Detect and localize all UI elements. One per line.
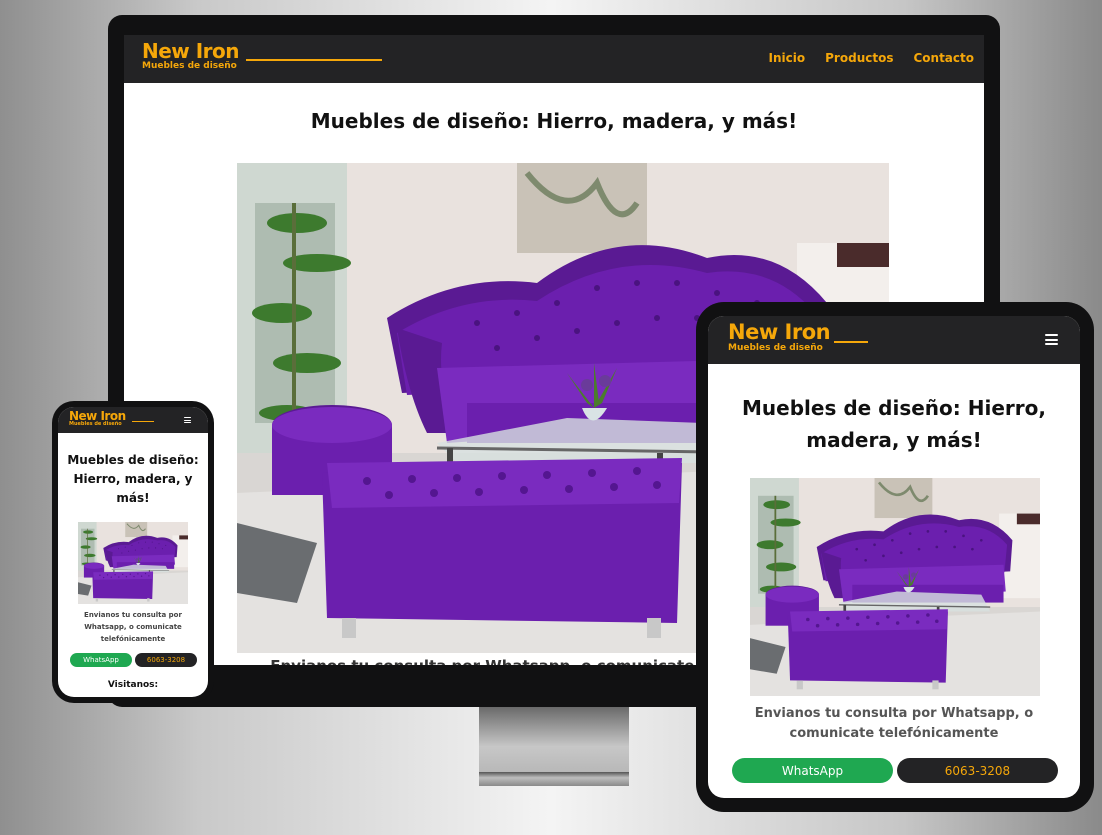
- tablet-navbar: New Iron Muebles de diseño: [708, 316, 1080, 364]
- brand-name: New Iron: [728, 320, 831, 344]
- brand-name: New Iron: [142, 39, 240, 63]
- phone-device: New Iron Muebles de diseño Muebles de di…: [52, 401, 214, 703]
- nav-link-inicio[interactable]: Inicio: [769, 51, 806, 65]
- logo-underline: [132, 421, 154, 422]
- hamburger-menu-icon[interactable]: [184, 417, 191, 423]
- nav-link-productos[interactable]: Productos: [825, 51, 893, 65]
- contact-text: Envianos tu consulta por Whatsapp, o com…: [754, 706, 1034, 741]
- tablet-logo[interactable]: New Iron Muebles de diseño: [728, 322, 878, 356]
- tablet-screen: New Iron Muebles de diseño Muebles de di…: [708, 316, 1080, 798]
- whatsapp-button[interactable]: WhatsApp: [732, 758, 893, 783]
- whatsapp-button[interactable]: WhatsApp: [70, 653, 132, 667]
- monitor-stand-neck: [479, 707, 629, 779]
- nav-link-contacto[interactable]: Contacto: [913, 51, 974, 65]
- hamburger-menu-icon[interactable]: [1045, 334, 1058, 345]
- logo-underline: [246, 59, 382, 61]
- desktop-nav-menu: Inicio Productos Contacto: [769, 51, 974, 65]
- phone-screen: New Iron Muebles de diseño Muebles de di…: [58, 407, 208, 697]
- desktop-logo[interactable]: New Iron Muebles de diseño: [142, 41, 392, 75]
- phone-navbar: New Iron Muebles de diseño: [58, 407, 208, 433]
- phone-button[interactable]: 6063-3208: [897, 758, 1058, 783]
- phone-logo[interactable]: New Iron Muebles de diseño: [69, 410, 159, 430]
- hero-sofa-image: [78, 522, 188, 604]
- page-title: Muebles de diseño: Hierro, madera, y más…: [67, 453, 199, 505]
- page-title: Muebles de diseño: Hierro, madera, y más…: [310, 109, 798, 133]
- visits-label: Visitanos:: [107, 680, 159, 690]
- page-title: Muebles de diseño: Hierro, madera, y más…: [742, 396, 1046, 452]
- tablet-device: New Iron Muebles de diseño Muebles de di…: [696, 302, 1094, 812]
- brand-tagline: Muebles de diseño: [69, 421, 122, 427]
- contact-text: Envianos tu consulta por Whatsapp, o com…: [84, 611, 182, 643]
- brand-tagline: Muebles de diseño: [142, 61, 237, 71]
- hero-sofa-image: [750, 478, 1040, 696]
- phone-button[interactable]: 6063-3208: [135, 653, 197, 667]
- desktop-navbar: New Iron Muebles de diseño Inicio Produc…: [124, 35, 984, 83]
- brand-tagline: Muebles de diseño: [728, 343, 823, 353]
- monitor-stand-base: [479, 772, 629, 786]
- logo-underline: [834, 341, 868, 343]
